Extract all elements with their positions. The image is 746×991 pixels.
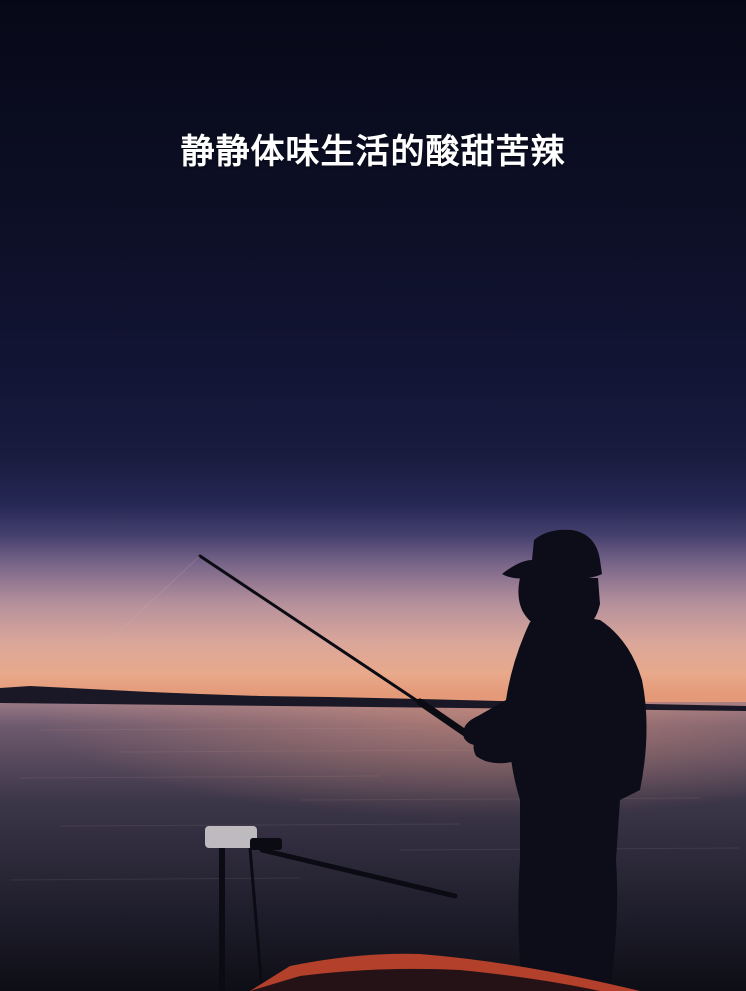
fishing-line	[109, 555, 201, 641]
poster: 静静体味生活的酸甜苦辣	[0, 0, 746, 991]
headline: 静静体味生活的酸甜苦辣	[180, 132, 566, 172]
